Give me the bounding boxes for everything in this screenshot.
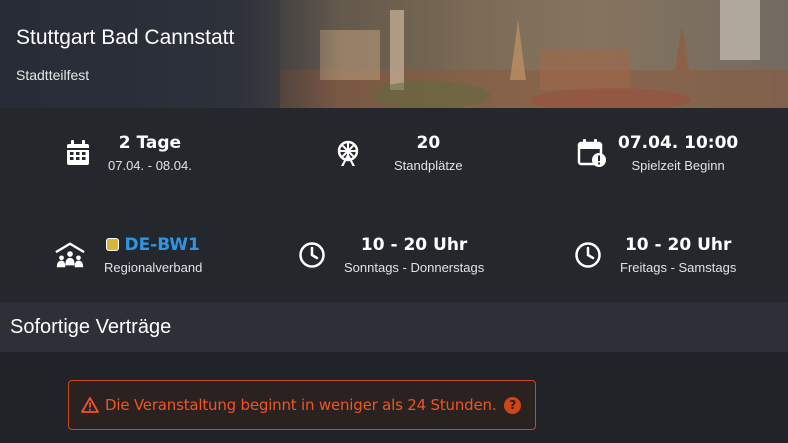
clock-icon xyxy=(572,239,604,271)
calendar-alert-icon xyxy=(576,137,608,169)
stat-main: 10 - 20 Uhr xyxy=(360,235,468,255)
stat-label: Sonntags - Donnerstags xyxy=(344,260,485,275)
stat-spots: 20 Standplätze xyxy=(332,132,463,173)
warning-icon xyxy=(81,397,99,413)
section-title: Sofortige Verträge xyxy=(10,316,172,338)
stat-duration: 2 Tage 07.04. - 08.04. xyxy=(62,132,192,173)
stat-hours-weekday: 10 - 20 Uhr Sonntags - Donnerstags xyxy=(296,234,484,275)
event-info-grid: 2 Tage 07.04. - 08.04. 20 Standplätze 07… xyxy=(0,108,788,301)
header-shade xyxy=(0,0,340,108)
stat-main: 07.04. 10:00 xyxy=(618,133,739,153)
stat-main: 20 xyxy=(416,133,441,153)
stat-label: Standplätze xyxy=(394,158,463,173)
ferris-wheel-icon xyxy=(332,137,364,169)
section-header: Sofortige Verträge xyxy=(0,302,788,352)
stat-main: 2 Tage xyxy=(118,133,182,153)
stat-label: 07.04. - 08.04. xyxy=(108,158,192,173)
stat-start: 07.04. 10:00 Spielzeit Beginn xyxy=(576,132,738,173)
region-code[interactable]: DE-BW1 xyxy=(124,235,199,255)
city-background-image xyxy=(280,0,788,108)
help-icon[interactable]: ? xyxy=(504,396,522,414)
event-type: Stadtteilfest xyxy=(16,67,90,83)
event-title: Stuttgart Bad Cannstatt xyxy=(16,26,235,49)
stat-main: 10 - 20 Uhr xyxy=(624,235,732,255)
alert-message: Die Veranstaltung beginnt in weniger als… xyxy=(105,396,497,414)
people-group-icon xyxy=(54,239,86,271)
event-header: Stuttgart Bad Cannstatt Stadtteilfest xyxy=(0,0,788,108)
region-badge xyxy=(106,238,120,251)
clock-icon xyxy=(296,239,328,271)
warning-alert: Die Veranstaltung beginnt in weniger als… xyxy=(68,380,536,430)
stat-region: DE-BW1 Regionalverband xyxy=(54,234,202,275)
stat-hours-weekend: 10 - 20 Uhr Freitags - Samstags xyxy=(572,234,736,275)
stat-label: Freitags - Samstags xyxy=(620,260,737,275)
stat-label: Spielzeit Beginn xyxy=(631,158,725,173)
stat-label: Regionalverband xyxy=(104,260,203,275)
calendar-icon xyxy=(62,137,94,169)
